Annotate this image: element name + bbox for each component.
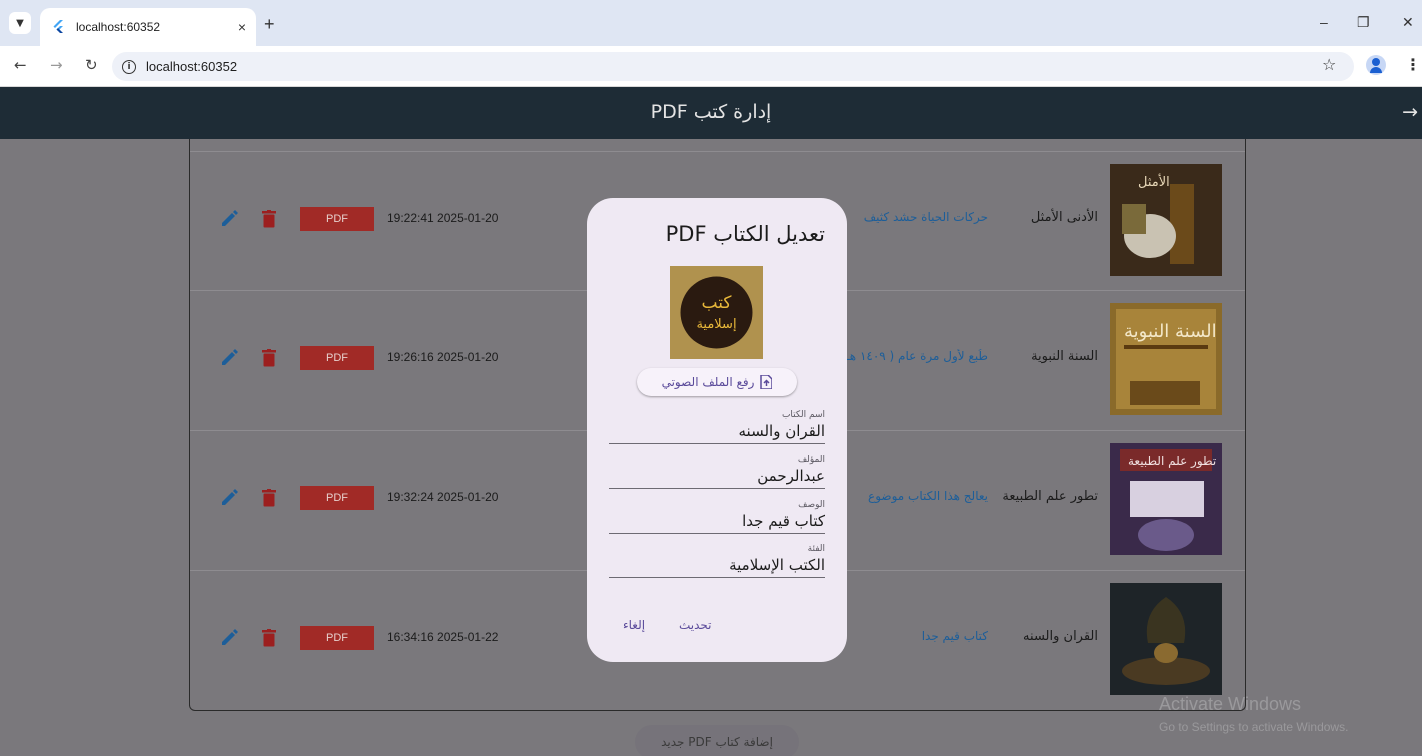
info-icon[interactable]: i — [122, 59, 136, 74]
profile-icon[interactable] — [1366, 55, 1386, 75]
author-field[interactable]: المؤلف عبدالرحمن — [609, 455, 825, 489]
field-label: المؤلف — [797, 455, 825, 465]
forward-icon[interactable]: → — [50, 56, 63, 74]
open-pdf-button[interactable]: PDF — [300, 486, 374, 510]
update-button[interactable]: تحديث — [679, 618, 712, 632]
activate-windows-hint: Go to Settings to activate Windows. — [1159, 720, 1349, 734]
close-window-button[interactable]: ✕ — [1402, 14, 1414, 31]
svg-text:تطور علم الطبيعة: تطور علم الطبيعة — [1128, 454, 1216, 469]
field-value: القران والسنه — [738, 422, 825, 440]
address-bar: ← → ↻ i localhost:60352 ☆ ⋮ — [0, 46, 1422, 87]
url-text: localhost:60352 — [146, 59, 238, 74]
field-value: الكتب الإسلامية — [729, 556, 825, 574]
edit-icon[interactable] — [220, 489, 238, 507]
back-icon[interactable]: ← — [14, 56, 27, 74]
book-description: حركات الحياة حشد كثيف — [863, 210, 988, 224]
activate-windows-watermark: Activate Windows — [1159, 694, 1302, 714]
browser-tab-bar: ▼ localhost:60352 × + – ❐ ✕ — [0, 0, 1422, 46]
book-date: 19:26:16 2025-01-20 — [387, 350, 499, 364]
app-bar: إدارة كتب PDF → — [0, 87, 1422, 139]
open-pdf-button[interactable]: PDF — [300, 346, 374, 370]
tab-close-icon[interactable]: × — [238, 19, 246, 35]
edit-icon[interactable] — [220, 210, 238, 228]
book-description: يعالج هذا الكتاب موضوع — [868, 489, 988, 503]
add-pdf-book-button[interactable]: إضافة كتاب PDF جديد — [635, 725, 799, 756]
field-label: اسم الكتاب — [781, 410, 825, 420]
book-cover-image: السنة النبوية — [1110, 303, 1222, 415]
menu-kebab-icon[interactable]: ⋮ — [1405, 55, 1421, 74]
field-value: عبدالرحمن — [757, 467, 825, 485]
book-description: طُبع لأول مرة عام ( ١٤٠٩ هـ — [846, 349, 988, 363]
upload-label: رفع الملف الصوتي — [661, 375, 755, 389]
minimize-button[interactable]: – — [1320, 14, 1328, 30]
upload-file-button[interactable]: رفع الملف الصوتي — [637, 368, 797, 396]
field-value: كتاب قيم جدا — [742, 512, 825, 530]
book-date: 19:22:41 2025-01-20 — [387, 211, 499, 225]
svg-text:السنة النبوية: السنة النبوية — [1124, 321, 1217, 342]
field-label: الوصف — [798, 500, 825, 510]
book-title: القران والسنه — [1023, 629, 1098, 644]
cancel-button[interactable]: إلغاء — [623, 618, 645, 632]
chevron-down-icon: ▼ — [16, 17, 24, 29]
book-title: الأدنى الأمثل — [1030, 210, 1098, 225]
restore-button[interactable]: ❐ — [1357, 14, 1370, 31]
page-title: إدارة كتب PDF — [650, 101, 772, 123]
delete-icon[interactable] — [262, 349, 276, 367]
dialog-title: تعديل الكتاب PDF — [665, 222, 825, 246]
cover-text-line2: إسلامية — [696, 317, 736, 332]
book-date: 19:32:24 2025-01-20 — [387, 490, 499, 504]
field-label: الفئة — [807, 544, 825, 554]
book-cover-image — [1110, 583, 1222, 695]
book-description: كتاب قيم جدا — [921, 629, 988, 643]
book-date: 16:34:16 2025-01-22 — [387, 630, 499, 644]
open-pdf-button[interactable]: PDF — [300, 626, 374, 650]
bookmark-star-icon[interactable]: ☆ — [1322, 55, 1336, 74]
description-field[interactable]: الوصف كتاب قيم جدا — [609, 500, 825, 534]
edit-icon[interactable] — [220, 629, 238, 647]
book-cover-image: تطور علم الطبيعة — [1110, 443, 1222, 555]
book-cover-image: الأمثل — [1110, 164, 1222, 276]
book-title: تطور علم الطبيعة — [1002, 489, 1098, 504]
browser-tab[interactable]: localhost:60352 × — [40, 8, 256, 46]
flutter-icon — [53, 20, 63, 33]
edit-book-dialog: تعديل الكتاب PDF كتب إسلامية رفع الملف ا… — [587, 198, 847, 662]
category-field[interactable]: الفئة الكتب الإسلامية — [609, 544, 825, 578]
omnibox[interactable]: i localhost:60352 — [112, 52, 1354, 81]
book-name-field[interactable]: اسم الكتاب القران والسنه — [609, 410, 825, 444]
book-cover-preview: كتب إسلامية — [670, 266, 763, 359]
edit-icon[interactable] — [220, 349, 238, 367]
book-title: السنة النبوية — [1031, 349, 1098, 364]
open-pdf-button[interactable]: PDF — [300, 207, 374, 231]
delete-icon[interactable] — [262, 629, 276, 647]
reload-icon[interactable]: ↻ — [85, 56, 98, 74]
file-upload-icon — [760, 375, 773, 389]
back-arrow-icon[interactable]: → — [1402, 101, 1418, 123]
delete-icon[interactable] — [262, 210, 276, 228]
delete-icon[interactable] — [262, 489, 276, 507]
new-tab-button[interactable]: + — [264, 14, 275, 35]
svg-text:الأمثل: الأمثل — [1138, 173, 1170, 190]
cover-text-line1: كتب — [702, 293, 733, 313]
tab-title: localhost:60352 — [76, 20, 161, 34]
tab-search-button[interactable]: ▼ — [9, 12, 31, 34]
